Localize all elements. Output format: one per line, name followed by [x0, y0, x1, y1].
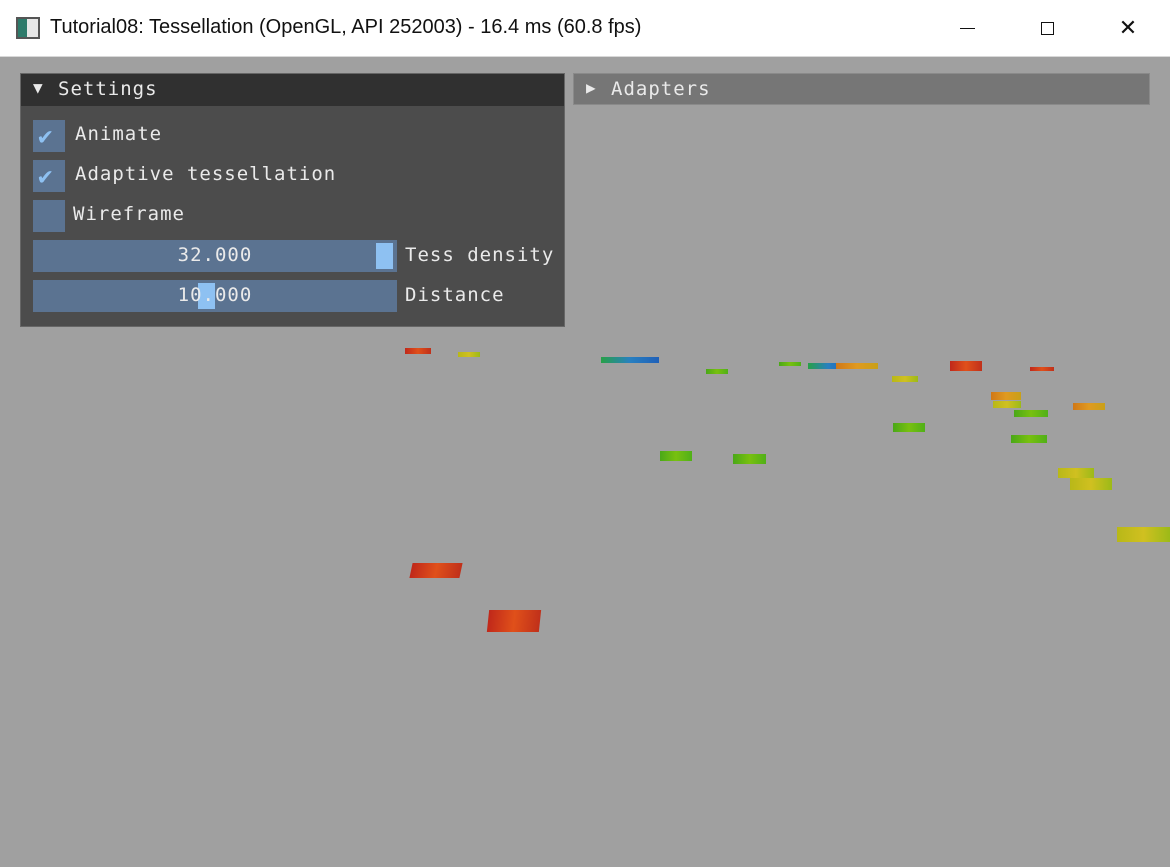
terrain-patch — [892, 376, 918, 382]
window-title: Tutorial08: Tessellation (OpenGL, API 25… — [50, 16, 642, 38]
minimize-icon — [959, 27, 975, 29]
slider-label-distance: Distance — [405, 284, 505, 306]
adapters-title: Adapters — [611, 78, 711, 100]
checkbox-label: Animate — [75, 123, 163, 145]
terrain-patch — [1030, 367, 1054, 371]
terrain-patch — [1070, 478, 1112, 490]
slider-label-tess-density: Tess density — [405, 244, 555, 266]
terrain-patch — [1058, 468, 1094, 478]
terrain-patch — [706, 369, 728, 374]
slider-value: 32.000 — [177, 244, 253, 266]
terrain-patch — [836, 363, 878, 369]
tess-density-slider[interactable]: 32.000 — [33, 240, 397, 272]
terrain-patch — [601, 357, 659, 363]
close-button[interactable]: ✕ — [1088, 0, 1168, 56]
terrain-patch — [409, 563, 463, 578]
terrain-patch — [660, 451, 692, 461]
checkbox-box[interactable]: ✔ — [33, 160, 65, 192]
terrain-patch — [1117, 527, 1170, 542]
terrain-patch — [1011, 435, 1047, 443]
close-icon: ✕ — [1118, 15, 1138, 40]
terrain-patch — [779, 362, 801, 366]
checkmark-icon: ✔ — [38, 122, 54, 150]
terrain-patch — [993, 401, 1021, 408]
checkbox-box[interactable] — [33, 200, 65, 232]
checkbox-label: Wireframe — [73, 203, 185, 225]
adapters-panel[interactable]: ▶ Adapters — [573, 73, 1150, 105]
title-bar[interactable]: Tutorial08: Tessellation (OpenGL, API 25… — [0, 0, 1170, 57]
terrain-patch — [991, 392, 1021, 400]
app-window: Tutorial08: Tessellation (OpenGL, API 25… — [0, 0, 1170, 867]
settings-panel: ▼ Settings ✔ Animate ✔ Adaptive tessella… — [20, 73, 565, 327]
checkbox-box[interactable]: ✔ — [33, 120, 65, 152]
collapse-arrow-down-icon[interactable]: ▼ — [33, 78, 44, 97]
terrain-patch — [458, 352, 480, 357]
settings-title: Settings — [58, 78, 158, 100]
terrain-patch — [1073, 403, 1105, 410]
settings-header[interactable]: ▼ Settings — [21, 74, 564, 106]
terrain-patch — [733, 454, 766, 464]
collapse-arrow-right-icon[interactable]: ▶ — [586, 78, 597, 97]
terrain-patch — [405, 348, 431, 354]
terrain-patch — [486, 610, 542, 632]
slider-value: 10.000 — [177, 284, 253, 306]
minimize-button[interactable] — [927, 0, 1007, 56]
distance-slider[interactable]: 10.000 — [33, 280, 397, 312]
terrain-patch — [1014, 410, 1048, 417]
app-icon — [16, 17, 40, 39]
terrain-patch — [893, 423, 925, 432]
maximize-button[interactable] — [1007, 0, 1087, 56]
maximize-icon — [1040, 21, 1054, 35]
terrain-patch — [950, 361, 982, 371]
checkbox-label: Adaptive tessellation — [75, 163, 337, 185]
checkmark-icon: ✔ — [38, 162, 54, 190]
